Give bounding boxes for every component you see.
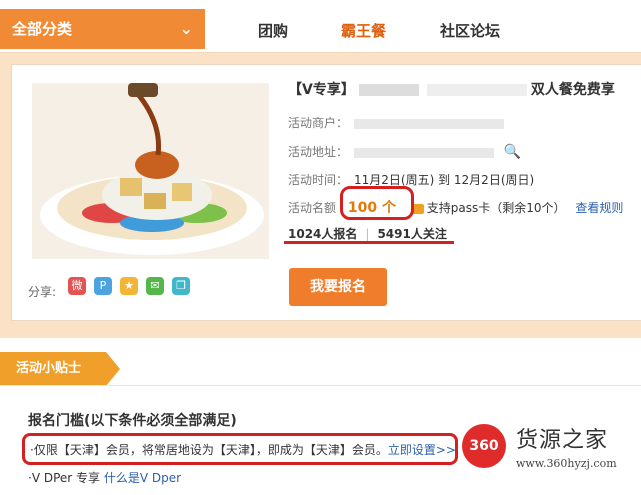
pass-text: 支持pass卡（剩余10个） (426, 201, 566, 215)
requirement-text: ·仅限【天津】会员，将常居地设为【天津】，即成为【天津】会员。 (30, 443, 388, 457)
requirement-line: ·仅限【天津】会员，将常居地设为【天津】，即成为【天津】会员。立即设置>> (30, 441, 456, 458)
weibo-icon[interactable]: 微 (68, 277, 86, 295)
product-title: 【V专享】 双人餐免费享 (288, 79, 615, 99)
follower-count: 5491人关注 (377, 227, 447, 241)
top-nav: 全部分类 ⌄ 团购 霸王餐 社区论坛 (0, 0, 641, 53)
vdper-text: ·V DPer 专享 (28, 471, 101, 485)
dish-photo[interactable] (32, 83, 269, 259)
title-suffix: 双人餐免费享 (530, 82, 615, 98)
vdper-line: ·V DPer 专享 什么是V Dper (28, 469, 181, 486)
nav-tuangou[interactable]: 团购 (258, 20, 288, 41)
merchant-row: 活动商户： (288, 114, 505, 131)
quota-label: 活动名额 (288, 201, 337, 215)
wechat-icon[interactable]: ✉ (146, 277, 164, 295)
title-prefix: 【V专享】 (288, 82, 355, 98)
nav-bawangcan[interactable]: 霸王餐 (341, 20, 386, 41)
time-value: 11月2日(周五) 到 12月2日(周日) (354, 173, 535, 187)
signup-button[interactable]: 我要报名 (289, 268, 387, 306)
rules-link[interactable]: 查看规则 (575, 201, 623, 215)
pass-card-info: 支持pass卡（剩余10个） (411, 201, 566, 215)
signup-count: 1024人报名 (288, 227, 358, 241)
tips-tab: 活动小贴士 (0, 352, 120, 386)
vdper-link[interactable]: 什么是V Dper (104, 471, 181, 485)
product-card: 分享: 微 P ★ ✉ ❐ 【V专享】 双人餐免费享 活动商户： 活动地址： 🔍 … (11, 64, 641, 321)
tips-tab-label: 活动小贴士 (16, 361, 82, 376)
watermark-url: www.360hyzj.com (516, 457, 617, 470)
copy-icon[interactable]: ❐ (172, 277, 190, 295)
nav-forum[interactable]: 社区论坛 (440, 20, 500, 41)
watermark-logo: 360 (462, 424, 506, 468)
quota-highlight-circle (340, 186, 414, 220)
time-row: 活动时间： 11月2日(周五) 到 12月2日(周日) (288, 171, 534, 188)
pinterest-icon[interactable]: P (94, 277, 112, 295)
merchant-label: 活动商户： (288, 116, 349, 130)
quota-row: 活动名额 100 个 支持pass卡（剩余10个） 查看规则 (288, 197, 623, 217)
stats-underline (284, 241, 454, 244)
address-label: 活动地址： (288, 145, 349, 159)
divider (0, 385, 641, 386)
category-label: 全部分类 (12, 20, 73, 38)
star-icon[interactable]: ★ (120, 277, 138, 295)
address-row: 活动地址： 🔍 (288, 143, 521, 160)
requirements-heading: 报名门槛(以下条件必须全部满足) (28, 413, 237, 429)
category-menu[interactable]: 全部分类 ⌄ (0, 9, 205, 49)
chevron-down-icon: ⌄ (179, 19, 193, 38)
stats-row: 1024人报名 | 5491人关注 (288, 227, 447, 241)
search-icon[interactable]: 🔍 (504, 144, 521, 160)
time-label: 活动时间： (288, 173, 349, 187)
watermark-brand: 货源之家 (516, 428, 609, 453)
setup-link[interactable]: 立即设置>> (388, 443, 456, 457)
share-label: 分享: (28, 285, 57, 299)
